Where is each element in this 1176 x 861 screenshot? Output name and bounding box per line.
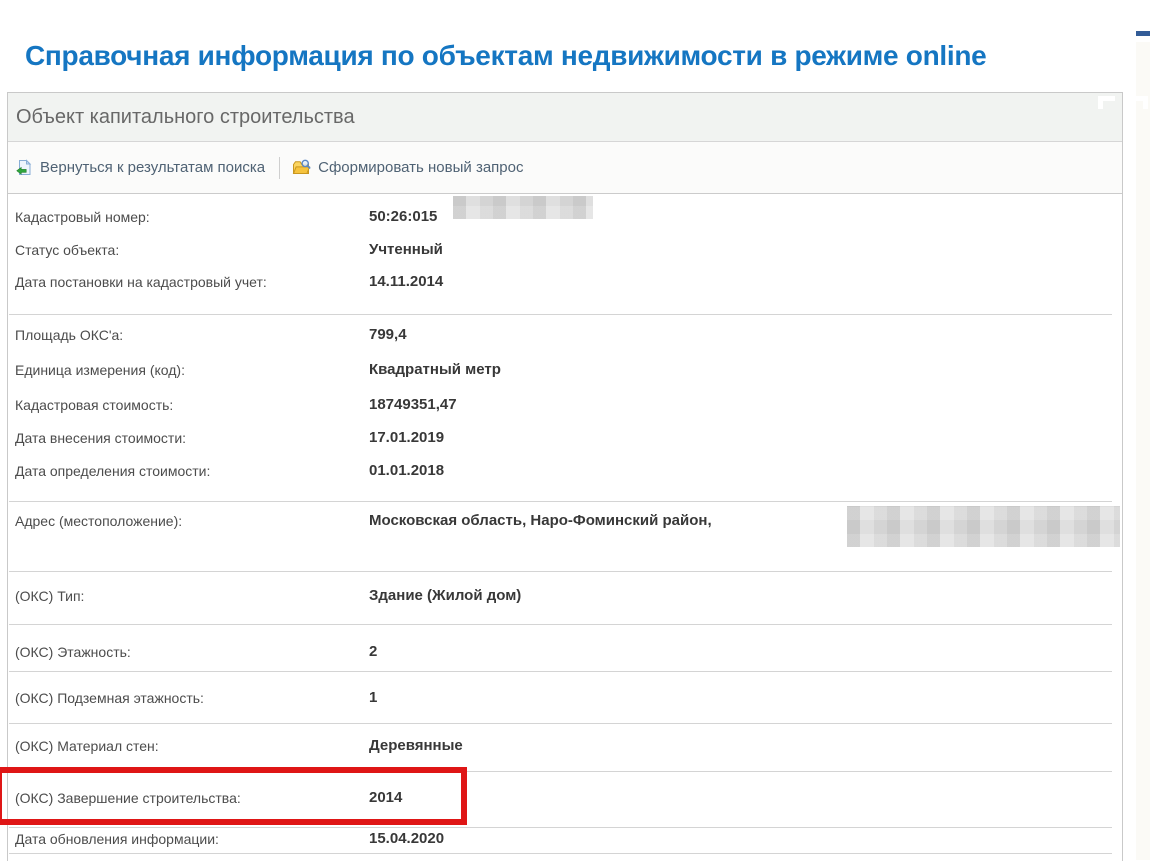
new-request-label: Сформировать новый запрос bbox=[318, 159, 523, 176]
row-value: Квадратный метр bbox=[369, 360, 501, 380]
row-label: Кадастровая стоимость: bbox=[15, 395, 173, 415]
row-separator bbox=[9, 853, 1112, 854]
info-row: Дата определения стоимости: 01.01.2018 bbox=[8, 461, 1122, 481]
info-row: Единица измерения (код): Квадратный метр bbox=[8, 360, 1122, 380]
redaction-blur-cadastral-number bbox=[453, 196, 593, 219]
info-row: (ОКС) Материал стен: Деревянные bbox=[8, 736, 1122, 756]
info-row: (ОКС) Этажность: 2 bbox=[8, 642, 1122, 662]
row-value: 799,4 bbox=[369, 325, 407, 345]
toolbar-divider bbox=[279, 157, 280, 179]
info-row: Дата обновления информации: 15.04.2020 bbox=[8, 829, 1122, 849]
redaction-blur-address bbox=[847, 506, 1120, 547]
document-back-icon bbox=[16, 159, 33, 176]
row-value: 1 bbox=[369, 688, 377, 708]
row-label: Единица измерения (код): bbox=[15, 360, 185, 380]
info-row: Площадь ОКС'а: 799,4 bbox=[8, 325, 1122, 345]
row-value: 17.01.2019 bbox=[369, 428, 444, 448]
row-label: Дата определения стоимости: bbox=[15, 461, 210, 481]
row-label: Площадь ОКС'а: bbox=[15, 325, 123, 345]
toolbar: Вернуться к результатам поиска Сформиров… bbox=[8, 142, 1122, 194]
back-to-results-label: Вернуться к результатам поиска bbox=[40, 159, 265, 176]
row-value: 50:26:015 bbox=[369, 207, 437, 227]
row-separator bbox=[9, 624, 1112, 625]
row-label: (ОКС) Этажность: bbox=[15, 642, 131, 662]
row-separator bbox=[9, 671, 1112, 672]
row-value: 2 bbox=[369, 642, 377, 662]
info-row: Статус объекта: Учтенный bbox=[8, 240, 1122, 260]
row-value: 18749351,47 bbox=[369, 395, 457, 415]
info-row: (ОКС) Подземная этажность: 1 bbox=[8, 688, 1122, 708]
row-separator bbox=[9, 501, 1112, 502]
new-request-button[interactable]: Сформировать новый запрос bbox=[292, 159, 523, 176]
row-value: Деревянные bbox=[369, 736, 463, 756]
row-separator bbox=[9, 314, 1112, 315]
row-label: Адрес (местоположение): bbox=[15, 511, 182, 531]
right-background-band bbox=[1136, 42, 1150, 860]
row-value: 14.11.2014 bbox=[369, 272, 443, 292]
row-label: Дата обновления информации: bbox=[15, 829, 219, 849]
row-value: Московская область, Наро-Фоминский район… bbox=[369, 511, 712, 531]
panel-header: Объект капитального строительства bbox=[8, 93, 1122, 142]
row-value: Учтенный bbox=[369, 240, 443, 260]
info-row: (ОКС) Тип: Здание (Жилой дом) bbox=[8, 586, 1122, 606]
panel-header-title: Объект капитального строительства bbox=[16, 106, 355, 129]
info-row: Кадастровая стоимость: 18749351,47 bbox=[8, 395, 1122, 415]
back-to-results-button[interactable]: Вернуться к результатам поиска bbox=[16, 159, 265, 176]
object-info-panel: Объект капитального строительства Вернут… bbox=[7, 92, 1123, 861]
row-label: Дата внесения стоимости: bbox=[15, 428, 186, 448]
crop-corner-left-icon bbox=[1098, 96, 1115, 109]
text-cursor-mark bbox=[1136, 31, 1150, 36]
row-label: (ОКС) Тип: bbox=[15, 586, 84, 606]
crop-corner-marks bbox=[1098, 96, 1148, 110]
row-separator bbox=[9, 723, 1112, 724]
row-label: Статус объекта: bbox=[15, 240, 119, 260]
screen: Справочная информация по объектам недвиж… bbox=[0, 0, 1176, 861]
row-value: Здание (Жилой дом) bbox=[369, 586, 521, 606]
crop-corner-right-icon bbox=[1131, 96, 1148, 109]
row-value: 15.04.2020 bbox=[369, 829, 444, 849]
info-row: Дата постановки на кадастровый учет: 14.1… bbox=[8, 272, 1122, 292]
row-value: 01.01.2018 bbox=[369, 461, 444, 481]
info-row: Дата внесения стоимости: 17.01.2019 bbox=[8, 428, 1122, 448]
folder-search-icon bbox=[292, 159, 311, 176]
row-label: (ОКС) Материал стен: bbox=[15, 736, 159, 756]
row-separator bbox=[9, 571, 1112, 572]
row-label: (ОКС) Подземная этажность: bbox=[15, 688, 204, 708]
row-label: Кадастровый номер: bbox=[15, 207, 150, 227]
row-separator bbox=[9, 827, 1112, 828]
highlight-annotation-box bbox=[0, 767, 467, 825]
row-label: Дата постановки на кадастровый учет: bbox=[15, 272, 267, 292]
page-title: Справочная информация по объектам недвиж… bbox=[25, 40, 986, 72]
